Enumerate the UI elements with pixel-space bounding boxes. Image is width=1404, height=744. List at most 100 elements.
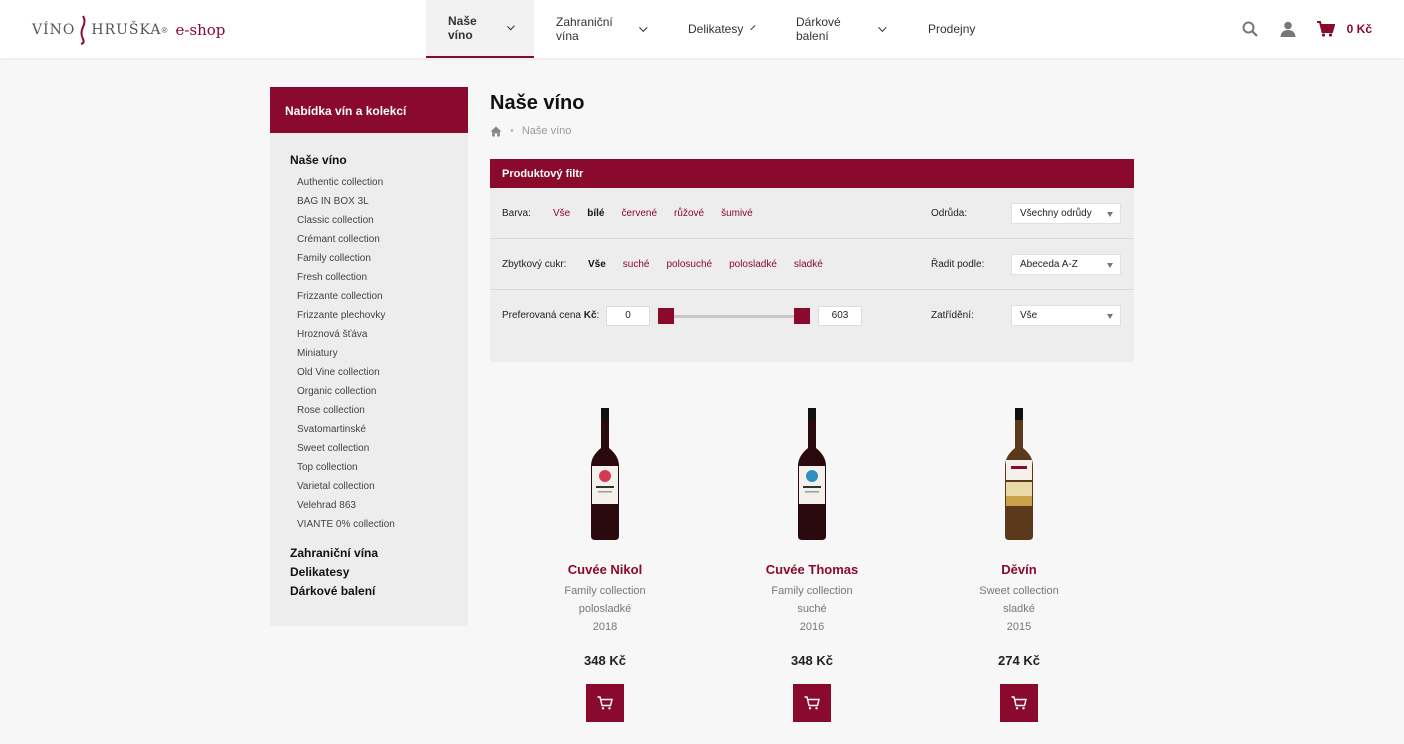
nav-item-delikatesy[interactable]: Delikatesy [666,0,774,58]
sidebar-item[interactable]: VIANTE 0% collection [290,515,468,534]
sidebar-item[interactable]: BAG IN BOX 3L [290,192,468,211]
sidebar-item[interactable]: Family collection [290,249,468,268]
filter-sugar-label: Zbytkový cukr: [502,258,567,270]
product-year: 2016 [799,621,825,633]
product-name[interactable]: Cuvée Thomas [697,562,927,577]
price-label: Preferovaná cena Kč: [502,310,606,321]
sort-select-value: Abeceda A-Z [1020,258,1078,270]
caret-down-icon [1107,314,1113,319]
sidebar-item[interactable]: Velehrad 863 [290,496,468,515]
sidebar-item[interactable]: Frizzante collection [290,287,468,306]
product-name[interactable]: Děvín [904,562,1134,577]
price-min-input[interactable]: 0 [606,305,650,326]
logo-text-eshop: e-shop [175,21,226,39]
filter-variety-label: Odrůda: [931,207,968,219]
sidebar-item[interactable]: Frizzante plechovky [290,306,468,325]
price-label-unit: Kč [583,310,597,321]
caret-down-icon [1107,262,1113,268]
product-filter: Produktový filtr Barva: Vše bílé červené… [490,159,1134,362]
variety-select-value: Všechny odrůdy [1020,207,1092,219]
filter-sugar-option[interactable]: suché [623,259,650,270]
user-icon[interactable] [1279,20,1297,38]
chevron-down-icon [506,22,515,31]
price-slider-max-handle[interactable] [794,307,810,324]
sidebar-link-darkove-baleni[interactable]: Dárkové balení [290,584,468,598]
wine-bottle-image[interactable] [792,408,832,540]
filter-color-option[interactable]: Vše [553,208,570,219]
nav-item-label: Naše víno [448,14,477,42]
home-icon[interactable] [490,126,502,137]
sidebar-item[interactable]: Classic collection [290,211,468,230]
sort-select[interactable]: Abeceda A-Z [1011,253,1121,275]
price-max-input[interactable]: 603 [818,305,862,326]
price-label-suffix: : [596,310,600,321]
filter-sugar-option-selected[interactable]: Vše [588,259,606,270]
sidebar-link-zahranicni-vina[interactable]: Zahraniční vína [290,546,468,560]
product-sweetness: suché [797,603,827,615]
nav-item-label: Prodejny [928,22,976,36]
price-slider-min-handle[interactable] [658,307,674,324]
product-price: 348 Kč [584,653,626,668]
category-sidebar: Nabídka vín a kolekcí Naše víno Authenti… [270,87,468,626]
sidebar-item[interactable]: Varietal collection [290,477,468,496]
nav-item-label: Zahraniční vína [556,15,613,43]
sidebar-bottom-links: Zahraniční vína Delikatesy Dárkové balen… [270,534,468,598]
nav-item-label: Dárkové balení [796,15,841,43]
cart-icon [804,696,820,710]
logo[interactable]: VÍNO HRUŠKA ® e-shop [32,12,225,48]
add-to-cart-button[interactable] [793,684,831,722]
caret-down-icon [1107,211,1113,217]
sidebar-item[interactable]: Organic collection [290,382,468,401]
nav-item-zahranicni-vina[interactable]: Zahraniční vína [534,0,666,58]
nav-item-prodejny[interactable]: Prodejny [906,0,997,58]
filter-sugar-option[interactable]: polosuché [666,259,712,270]
nav-item-darkove-baleni[interactable]: Dárkové balení [774,0,906,58]
main-content: Naše víno • Naše víno Produktový filtr B… [490,88,1134,362]
filter-color-option[interactable]: červené [621,208,657,219]
variety-select[interactable]: Všechny odrůdy [1011,202,1121,224]
sidebar-item[interactable]: Miniatury [290,344,468,363]
sidebar-item[interactable]: Rose collection [290,401,468,420]
sidebar-item[interactable]: Sweet collection [290,439,468,458]
filter-row-price: Preferovaná cena Kč: 0 603 Zatřídění: Vš… [490,290,1134,362]
add-to-cart-button[interactable] [1000,684,1038,722]
sidebar-item[interactable]: Svatomartinské [290,420,468,439]
wine-bottle-image[interactable] [999,408,1039,540]
sidebar-link-delikatesy[interactable]: Delikatesy [290,565,468,579]
nav-item-label: Delikatesy [688,22,744,36]
sidebar-item[interactable]: Fresh collection [290,268,468,287]
add-to-cart-button[interactable] [586,684,624,722]
cart-total[interactable]: 0 Kč [1347,22,1372,36]
logo-bottle-icon [80,15,86,45]
wine-bottle-image[interactable] [585,408,625,540]
filter-category: Zatřídění: Vše [931,305,1121,326]
filter-color-option[interactable]: růžové [674,208,704,219]
filter-sugar-option[interactable]: sladké [794,259,823,270]
sidebar-item[interactable]: Authentic collection [290,173,468,192]
product-collection: Family collection [771,585,853,597]
category-select[interactable]: Vše [1011,305,1121,326]
filter-sugar-option[interactable]: polosladké [729,259,777,270]
product-card[interactable]: Děvín Sweet collection sladké 2015 274 K… [904,400,1134,722]
filter-color-option-selected[interactable]: bílé [587,208,604,219]
filter-category-label: Zatřídění: [931,310,974,321]
sidebar-item[interactable]: Crémant collection [290,230,468,249]
filter-heading: Produktový filtr [490,159,1134,188]
logo-registered: ® [161,25,168,35]
product-card[interactable]: Cuvée Nikol Family collection polosladké… [490,400,720,722]
main-nav: Naše víno Zahraniční vína Delikatesy Dár… [426,0,997,58]
filter-sort-label: Řadit podle: [931,258,985,270]
cart-icon[interactable] [1316,20,1335,38]
product-sweetness: polosladké [578,603,632,615]
page-title: Naše víno [490,92,585,114]
sidebar-item[interactable]: Top collection [290,458,468,477]
sidebar-section-title[interactable]: Naše víno [290,153,468,167]
product-card[interactable]: Cuvée Thomas Family collection suché 201… [697,400,927,722]
filter-color-option[interactable]: šumivé [721,208,753,219]
search-icon[interactable] [1241,20,1259,38]
sidebar-item[interactable]: Old Vine collection [290,363,468,382]
sidebar-item[interactable]: Hroznová šťáva [290,325,468,344]
product-name[interactable]: Cuvée Nikol [490,562,720,577]
price-slider[interactable] [658,307,810,325]
nav-item-nase-vino[interactable]: Naše víno [426,0,534,58]
